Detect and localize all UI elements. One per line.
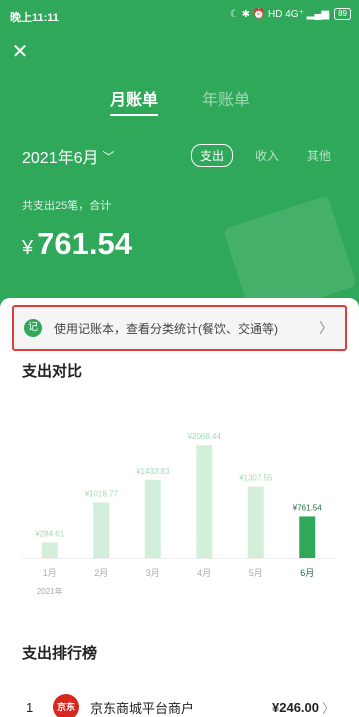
- chart-bar: [196, 445, 213, 558]
- chart-year-label: 2021年: [37, 586, 63, 596]
- chart-tick-label: 4月: [197, 568, 211, 578]
- ranking-row[interactable]: 1 京东 京东商城平台商户 ¥246.00 〉: [0, 694, 359, 717]
- tab-year-bill[interactable]: 年账单: [202, 86, 250, 110]
- chart-bar: [247, 486, 264, 558]
- status-bar: 晚上11:11 ☾ ✱ ⏰ HD 4G⁺ ▂▄▆ 89: [0, 0, 359, 30]
- expense-summary: 共支出25笔，合计: [22, 200, 112, 212]
- merchant-logo: 京东: [53, 694, 79, 717]
- ranking-number: 1: [26, 699, 34, 715]
- expense-compare-chart: ¥284.61 1月 ¥1018.77 2月 ¥1433.83 3月 ¥2068.44 4月 ¥…: [22, 432, 337, 596]
- chevron-right-icon: 〉: [319, 320, 333, 336]
- tab-month-bill[interactable]: 月账单: [110, 86, 159, 116]
- chart-value-label: ¥761.54: [292, 503, 322, 512]
- type-filter: 支出 收入 其他: [190, 144, 337, 167]
- total-amount-value: 761.54: [37, 226, 132, 261]
- chart-tick-label: 3月: [146, 568, 160, 578]
- ledger-notice[interactable]: 记 使用记账本，查看分类统计(餐饮、交通等) 〉: [12, 305, 347, 351]
- merchant-amount: ¥246.00: [272, 699, 319, 715]
- chevron-right-icon: 〉: [321, 700, 335, 716]
- chart-value-label: ¥1433.83: [135, 467, 170, 476]
- bill-header: 晚上11:11 ☾ ✱ ⏰ HD 4G⁺ ▂▄▆ 89 ✕ 月账单 年账单 20…: [0, 0, 359, 318]
- type-expense[interactable]: 支出: [190, 144, 233, 167]
- ranking-title: 支出排行榜: [22, 645, 98, 662]
- chart-bar: [41, 542, 58, 558]
- total-amount: ¥ 761.54: [22, 226, 132, 262]
- ledger-notice-text: 使用记账本，查看分类统计(餐饮、交通等): [54, 321, 278, 336]
- chart-bar: [299, 516, 316, 558]
- status-icons: ☾ ✱ ⏰ HD 4G⁺ ▂▄▆ 89: [230, 8, 351, 20]
- chart-value-label: ¥1307.55: [238, 474, 273, 483]
- bill-tabs: 月账单 年账单: [0, 86, 359, 116]
- chart-value-label: ¥2068.44: [187, 432, 222, 441]
- compare-title: 支出对比: [22, 363, 83, 380]
- close-icon: ✕: [11, 41, 29, 63]
- chart-value-label: ¥284.61: [34, 529, 64, 538]
- content-card: 记 使用记账本，查看分类统计(餐饮、交通等) 〉 支出对比 ¥284.61 1月 ¥…: [0, 298, 359, 717]
- chart-tick-label: 2月: [94, 568, 108, 578]
- type-other[interactable]: 其他: [301, 145, 337, 166]
- chart-value-label: ¥1018.77: [84, 489, 119, 498]
- chart-bar: [144, 479, 161, 558]
- type-income[interactable]: 收入: [249, 145, 285, 166]
- chevron-down-icon: ﹀: [102, 149, 115, 164]
- chart-tick-label: 6月: [300, 568, 314, 578]
- chart-tick-label: 1月: [43, 568, 57, 578]
- chart-tick-label: 5月: [249, 568, 263, 578]
- period-label: 2021年6月: [22, 150, 99, 167]
- period-selector[interactable]: 2021年6月 ﹀: [22, 144, 115, 168]
- status-icons-text: ☾ ✱ ⏰ HD 4G⁺ ▂▄▆: [229, 8, 330, 20]
- close-button[interactable]: ✕: [8, 40, 32, 64]
- battery-icon: 89: [334, 8, 351, 20]
- chart-bar: [93, 502, 110, 558]
- currency-symbol: ¥: [22, 237, 34, 259]
- status-time: 晚上11:11: [10, 12, 59, 24]
- ledger-icon: 记: [24, 319, 42, 337]
- merchant-name: 京东商城平台商户: [90, 700, 195, 716]
